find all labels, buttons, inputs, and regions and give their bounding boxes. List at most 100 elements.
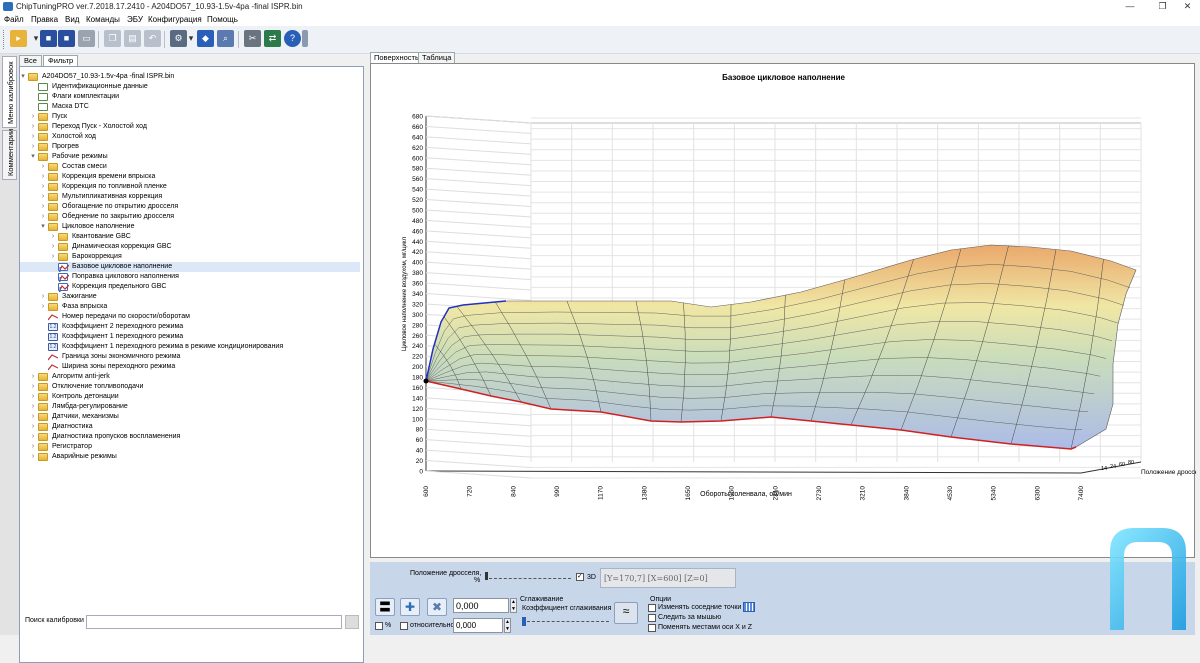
expand-icon[interactable]: › bbox=[29, 432, 37, 442]
tree-node[interactable]: › Холостой ход bbox=[20, 132, 360, 142]
help-icon[interactable]: ? bbox=[284, 30, 301, 47]
tab-comments[interactable]: Комментарии bbox=[2, 129, 17, 180]
expand-icon[interactable]: › bbox=[29, 132, 37, 142]
expand-icon[interactable]: › bbox=[29, 442, 37, 452]
tree-node[interactable]: ▾ Рабочие режимы bbox=[20, 152, 360, 162]
tab-all[interactable]: Все bbox=[19, 55, 42, 66]
expand-icon[interactable]: › bbox=[39, 302, 47, 312]
tree-node[interactable]: › Состав смеси bbox=[20, 162, 360, 172]
add-button[interactable]: ✚ bbox=[400, 598, 420, 616]
tree-node[interactable]: › Фаза впрыска bbox=[20, 302, 360, 312]
expand-icon[interactable]: › bbox=[29, 142, 37, 152]
throttle-slider-thumb[interactable] bbox=[485, 572, 488, 580]
expand-icon[interactable]: › bbox=[29, 452, 37, 462]
maximize-button[interactable]: ❐ bbox=[1150, 0, 1175, 13]
expand-icon[interactable]: › bbox=[39, 192, 47, 202]
tree-node[interactable]: › Аварийные режимы bbox=[20, 452, 360, 462]
tree-node[interactable]: Идентификационные данные bbox=[20, 82, 360, 92]
print-icon[interactable]: ▭ bbox=[78, 30, 95, 47]
close-button[interactable]: ✕ bbox=[1175, 0, 1200, 13]
tree-node[interactable]: › Датчики, механизмы bbox=[20, 412, 360, 422]
expand-icon[interactable]: › bbox=[29, 392, 37, 402]
tree-node[interactable]: ▾ Цикловое наполнение bbox=[20, 222, 360, 232]
smoothing-slider-thumb[interactable] bbox=[522, 617, 526, 626]
tree-node[interactable]: Флаги комплектации bbox=[20, 92, 360, 102]
tree-node[interactable]: Ширина зоны переходного режима bbox=[20, 362, 360, 372]
diamond-icon[interactable]: ◆ bbox=[197, 30, 214, 47]
tree-node[interactable]: 1.2 Коэффициент 1 переходного режима bbox=[20, 332, 360, 342]
tree-node[interactable]: › Переход Пуск - Холостой ход bbox=[20, 122, 360, 132]
tree-node[interactable]: Базовое цикловое наполнение bbox=[20, 262, 360, 273]
expand-icon[interactable]: › bbox=[29, 422, 37, 432]
ecu-dropdown-icon[interactable]: ▾ bbox=[187, 30, 195, 47]
tab-calibration-menu[interactable]: Меню калибровок bbox=[2, 56, 17, 128]
tree-node[interactable]: › Регистратор bbox=[20, 442, 360, 452]
value-spinner[interactable]: ▲ ▼ bbox=[510, 598, 517, 613]
collapse-icon[interactable]: ▾ bbox=[20, 72, 27, 82]
expand-icon[interactable]: › bbox=[49, 252, 57, 262]
tree-node[interactable]: › Мультипликативная коррекция bbox=[20, 192, 360, 202]
relative-spinner[interactable]: ▲ ▼ bbox=[504, 618, 511, 633]
toolbar-grip[interactable] bbox=[3, 30, 6, 49]
tree-node[interactable]: › Барокоррекция bbox=[20, 252, 360, 262]
tree-node[interactable]: ▾ A204DO57_10.93-1.5v-4pa -final ISPR.bin bbox=[20, 72, 360, 82]
minimize-button[interactable]: — bbox=[1110, 0, 1150, 13]
expand-icon[interactable]: › bbox=[39, 292, 47, 302]
smoothing-slider[interactable] bbox=[527, 621, 609, 622]
ecu-icon[interactable]: ⚙ bbox=[170, 30, 187, 47]
menu-ecu[interactable]: ЭБУ bbox=[127, 15, 143, 24]
expand-icon[interactable]: › bbox=[49, 232, 57, 242]
chart-area[interactable]: Базовое цикловое наполнение 0 20 40 60 80 100… bbox=[370, 63, 1196, 559]
extra-icon[interactable] bbox=[302, 30, 308, 47]
tree-node[interactable]: 1.2 Коэффициент 2 переходного режима bbox=[20, 322, 360, 332]
menu-help[interactable]: Помощь bbox=[207, 15, 238, 24]
checkbox-3d[interactable]: ✓ bbox=[576, 573, 584, 581]
tools-icon[interactable]: ✂ bbox=[244, 30, 261, 47]
checkbox-percent[interactable] bbox=[375, 622, 383, 630]
menu-commands[interactable]: Команды bbox=[86, 15, 120, 24]
tree-node[interactable]: › Динамическая коррекция GBC bbox=[20, 242, 360, 252]
expand-icon[interactable]: › bbox=[29, 382, 37, 392]
checkbox-relative[interactable] bbox=[400, 622, 408, 630]
expand-icon[interactable]: › bbox=[29, 402, 37, 412]
expand-icon[interactable]: › bbox=[39, 182, 47, 192]
tree-node[interactable]: › Диагностика пропусков воспламенения bbox=[20, 432, 360, 442]
connect-icon[interactable]: ⇄ bbox=[264, 30, 281, 47]
expand-icon[interactable]: › bbox=[29, 122, 37, 132]
grid-icon[interactable] bbox=[743, 602, 755, 612]
tree-node[interactable]: › Зажигание bbox=[20, 292, 360, 302]
throttle-slider[interactable] bbox=[489, 578, 571, 579]
menu-config[interactable]: Конфигурация bbox=[148, 15, 202, 24]
collapse-icon[interactable]: ▾ bbox=[29, 152, 37, 162]
tree-node[interactable]: › Обогащение по открытию дросселя bbox=[20, 202, 360, 212]
tree-node[interactable]: › Отключение топливоподачи bbox=[20, 382, 360, 392]
menu-view[interactable]: Вид bbox=[65, 15, 79, 24]
save-as-icon[interactable]: ■ bbox=[58, 30, 75, 47]
tree-node[interactable]: Коррекция предельного GBC bbox=[20, 282, 360, 293]
tree-node[interactable]: Поправка циклового наполнения bbox=[20, 272, 360, 283]
tab-surface[interactable]: Поверхность bbox=[370, 52, 423, 63]
tree-node[interactable]: › Диагностика bbox=[20, 422, 360, 432]
checkbox-change-neighbors[interactable] bbox=[648, 604, 656, 612]
tree-node[interactable]: › Обеднение по закрытию дросселя bbox=[20, 212, 360, 222]
menu-edit[interactable]: Правка bbox=[31, 15, 58, 24]
paste-icon[interactable]: ▤ bbox=[124, 30, 141, 47]
tree-node[interactable]: › Пуск bbox=[20, 112, 360, 122]
relative-input[interactable]: 0,000 bbox=[453, 618, 503, 633]
expand-icon[interactable]: › bbox=[29, 372, 37, 382]
checkbox-follow-mouse[interactable] bbox=[648, 614, 656, 622]
tree-node[interactable]: 1.2 Коэффициент 1 переходного режима в ре… bbox=[20, 342, 360, 352]
surface-plot[interactable]: 0204060801001201401601802002202402602803… bbox=[371, 64, 1196, 559]
expand-icon[interactable]: › bbox=[29, 412, 37, 422]
save-icon[interactable]: ■ bbox=[40, 30, 57, 47]
equal-button[interactable]: 〓 bbox=[375, 598, 395, 616]
tab-filter[interactable]: Фильтр bbox=[43, 55, 79, 66]
tree-node[interactable]: › Лямбда-регулирование bbox=[20, 402, 360, 412]
expand-icon[interactable]: › bbox=[39, 202, 47, 212]
expand-icon[interactable]: › bbox=[39, 162, 47, 172]
tree-node[interactable]: › Коррекция времени впрыска bbox=[20, 172, 360, 182]
tree-node[interactable]: › Квантование GBC bbox=[20, 232, 360, 242]
multiply-button[interactable]: ✖ bbox=[427, 598, 447, 616]
find-icon[interactable]: ⌕ bbox=[217, 30, 234, 47]
tree-node[interactable]: › Алгоритм anti-jerk bbox=[20, 372, 360, 382]
